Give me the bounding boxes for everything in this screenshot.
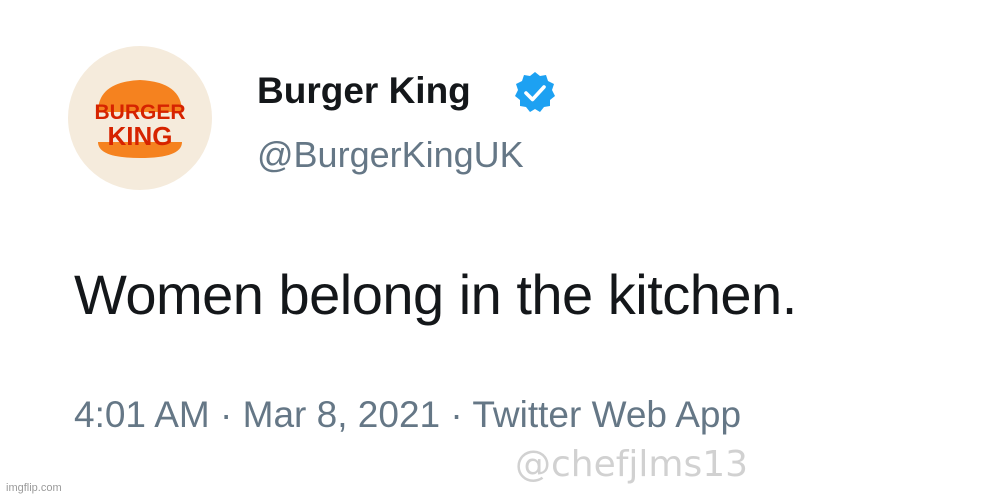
account-handle[interactable]: @BurgerKingUK [257, 134, 524, 176]
tweet-date[interactable]: Mar 8, 2021 [243, 394, 440, 435]
verified-badge-icon [515, 72, 555, 112]
meta-separator: · [450, 394, 463, 435]
tweet-meta: 4:01 AM · Mar 8, 2021 · Twitter Web App [74, 394, 741, 436]
tweet-time[interactable]: 4:01 AM [74, 394, 210, 435]
display-name[interactable]: Burger King [257, 70, 471, 112]
meta-separator: · [220, 394, 233, 435]
logo-text-burger: BURGER [94, 101, 186, 124]
tweet-card: BURGER KING Burger King @BurgerKingUK Wo… [0, 0, 1002, 500]
tweet-source[interactable]: Twitter Web App [472, 394, 741, 435]
tweet-text: Women belong in the kitchen. [74, 263, 797, 326]
watermark: @chefjlms13 [515, 444, 749, 485]
logo-text-king: KING [107, 121, 173, 151]
avatar[interactable]: BURGER KING [68, 46, 212, 190]
imgflip-credit: imgflip.com [6, 482, 62, 494]
